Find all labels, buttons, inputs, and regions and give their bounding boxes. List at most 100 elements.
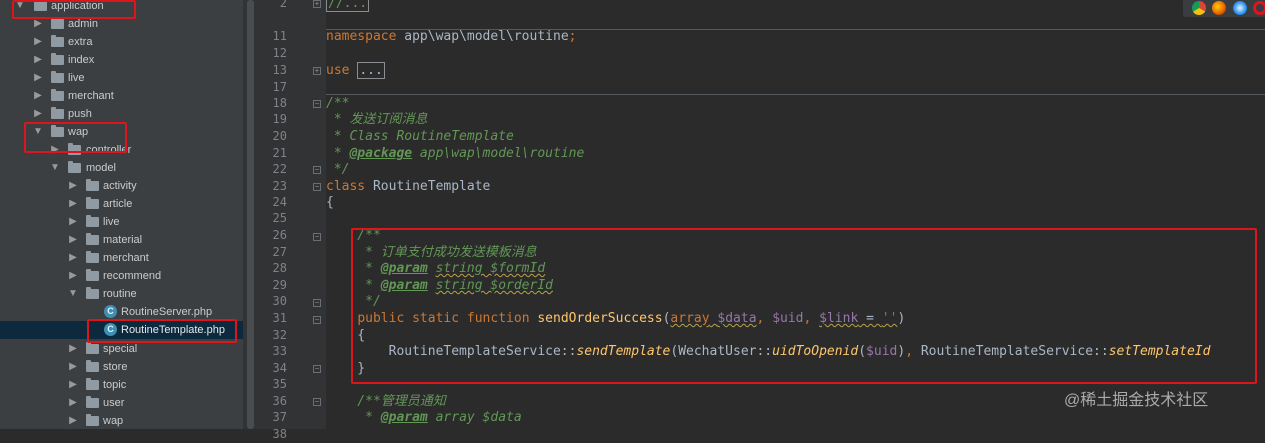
folder-icon [51, 107, 64, 119]
folder-icon [86, 269, 99, 281]
code-line[interactable]: use ... [326, 62, 385, 79]
tree-item-material[interactable]: ▶ material [0, 231, 243, 249]
tree-item-index[interactable]: ▶ index [0, 51, 243, 69]
tree-scrollbar-thumb[interactable] [247, 0, 254, 429]
code-line[interactable]: namespace app\wap\model\routine; [326, 28, 576, 45]
expanded-arrow-icon[interactable]: ▼ [49, 159, 61, 177]
line-number: 33 [272, 344, 287, 358]
tree-item-live-model[interactable]: ▶ live [0, 213, 243, 231]
folder-icon [51, 17, 64, 29]
collapsed-arrow-icon[interactable]: ▶ [67, 358, 79, 376]
line-number: 37 [272, 410, 287, 424]
folder-icon [86, 215, 99, 227]
collapsed-arrow-icon[interactable]: ▶ [32, 33, 44, 51]
fold-collapse-icon[interactable]: − [313, 398, 321, 406]
collapsed-arrow-icon[interactable]: ▶ [67, 213, 79, 231]
tree-item-merchant-model[interactable]: ▶ merchant [0, 249, 243, 267]
code-line[interactable]: * Class RoutineTemplate [326, 128, 514, 145]
tree-item-store[interactable]: ▶ store [0, 358, 243, 376]
folder-icon [51, 71, 64, 83]
fold-collapse-icon[interactable]: − [313, 183, 321, 191]
code-line[interactable]: { [326, 194, 334, 211]
folder-icon [86, 396, 99, 408]
tree-item-routine[interactable]: ▼ routine [0, 285, 243, 303]
code-line[interactable]: * 发送订阅消息 [326, 111, 428, 128]
tree-item-extra[interactable]: ▶ extra [0, 33, 243, 51]
collapsed-arrow-icon[interactable]: ▶ [67, 231, 79, 249]
collapsed-arrow-icon[interactable]: ▶ [67, 376, 79, 394]
line-number: 24 [272, 195, 287, 209]
folder-icon [86, 414, 99, 426]
fold-collapse-icon[interactable]: − [313, 233, 321, 241]
collapsed-arrow-icon[interactable]: ▶ [67, 249, 79, 267]
expanded-arrow-icon[interactable]: ▼ [67, 285, 79, 303]
tree-item-recommend[interactable]: ▶ recommend [0, 267, 243, 285]
tree-item-label: merchant [103, 252, 149, 264]
folder-icon [68, 161, 81, 173]
folder-icon [86, 342, 99, 354]
tree-item-merchant[interactable]: ▶ merchant [0, 87, 243, 105]
collapsed-arrow-icon[interactable]: ▶ [32, 105, 44, 123]
tree-item-push[interactable]: ▶ push [0, 105, 243, 123]
folder-icon [86, 251, 99, 263]
code-line[interactable]: * @param array $data [326, 409, 522, 426]
folder-icon [86, 378, 99, 390]
tree-item-user[interactable]: ▶ user [0, 394, 243, 412]
line-number: 27 [272, 245, 287, 259]
fold-collapse-icon[interactable]: − [313, 316, 321, 324]
folder-icon [86, 287, 99, 299]
collapsed-arrow-icon[interactable]: ▶ [67, 177, 79, 195]
chrome-icon[interactable] [1192, 1, 1206, 15]
tree-item-label: activity [103, 180, 137, 192]
line-number: 26 [272, 228, 287, 242]
code-line[interactable]: class RoutineTemplate [326, 178, 490, 195]
collapsed-arrow-icon[interactable]: ▶ [67, 195, 79, 213]
code-line[interactable]: //... [326, 0, 370, 12]
safari-icon[interactable] [1233, 1, 1247, 15]
fold-expand-icon[interactable]: + [313, 67, 321, 75]
collapsed-arrow-icon[interactable]: ▶ [67, 412, 79, 429]
fold-collapse-icon[interactable]: − [313, 299, 321, 307]
tree-item-activity[interactable]: ▶ activity [0, 177, 243, 195]
line-number: 36 [272, 394, 287, 408]
tree-item-live[interactable]: ▶ live [0, 69, 243, 87]
collapsed-arrow-icon[interactable]: ▶ [67, 340, 79, 358]
tree-item-label: extra [68, 36, 93, 48]
collapsed-arrow-icon[interactable]: ▶ [67, 394, 79, 412]
line-number: 23 [272, 179, 287, 193]
line-number: 13 [272, 63, 287, 77]
tree-item-label: wap [103, 415, 124, 427]
annotation-box-application [12, 0, 136, 19]
tree-item-article[interactable]: ▶ article [0, 195, 243, 213]
line-number: 2 [279, 0, 287, 10]
tree-item-wap-model[interactable]: ▶ wap [0, 412, 243, 429]
folder-icon [86, 179, 99, 191]
code-line[interactable]: /** [326, 95, 349, 112]
fold-collapse-icon[interactable]: − [313, 166, 321, 174]
opera-icon[interactable] [1253, 1, 1265, 15]
tree-item-label: recommend [103, 270, 162, 282]
line-number: 18 [272, 96, 287, 110]
firefox-icon[interactable] [1212, 1, 1226, 15]
collapsed-arrow-icon[interactable]: ▶ [32, 51, 44, 69]
collapsed-arrow-icon[interactable]: ▶ [32, 87, 44, 105]
code-line[interactable]: * @package app\wap\model\routine [326, 145, 584, 162]
code-line[interactable]: /**管理员通知 [326, 393, 446, 410]
folder-icon [51, 53, 64, 65]
tree-item-topic[interactable]: ▶ topic [0, 376, 243, 394]
collapsed-arrow-icon[interactable]: ▶ [67, 267, 79, 285]
folder-icon [51, 35, 64, 47]
tree-item-label: merchant [68, 90, 114, 102]
tree-item-label: routine [103, 288, 137, 300]
region-separator [326, 94, 1265, 95]
fold-collapse-icon[interactable]: − [313, 100, 321, 108]
tree-item-label: user [103, 397, 125, 409]
fold-collapse-icon[interactable]: − [313, 365, 321, 373]
watermark: @稀土掘金技术社区 [1064, 392, 1209, 409]
tree-item-model[interactable]: ▼ model [0, 159, 243, 177]
collapsed-arrow-icon[interactable]: ▶ [32, 69, 44, 87]
collapsed-comment[interactable]: //... [326, 0, 370, 12]
code-line[interactable]: */ [326, 161, 350, 178]
fold-expand-icon[interactable]: + [313, 0, 321, 8]
tree-item-label: store [103, 361, 128, 373]
